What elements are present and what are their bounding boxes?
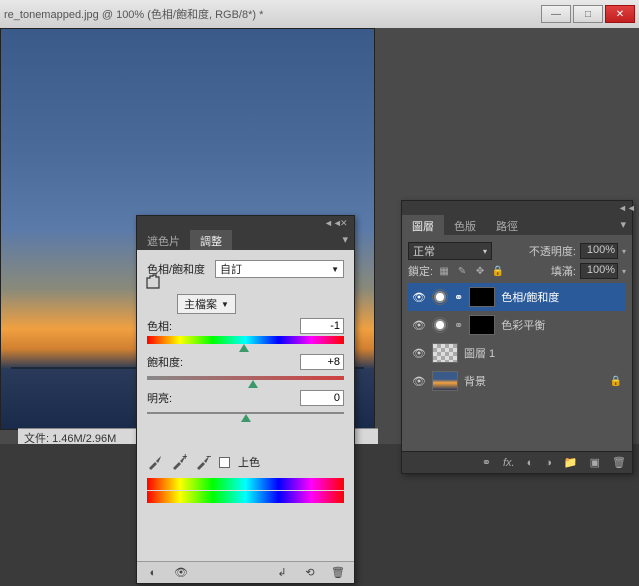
- view-previous-icon[interactable]: ◐: [145, 565, 161, 581]
- mask-icon[interactable]: ◐: [527, 457, 534, 469]
- adjustment-thumb: [432, 317, 448, 333]
- hue-thumb[interactable]: [239, 344, 249, 352]
- adjustment-icon[interactable]: ◑: [545, 457, 552, 469]
- blend-mode-dropdown[interactable]: 正常 ▾: [408, 242, 492, 260]
- chevron-down-icon[interactable]: ▾: [622, 247, 626, 256]
- new-layer-icon[interactable]: ▣: [590, 456, 600, 469]
- hue-label: 色相:: [147, 318, 172, 334]
- eye-icon[interactable]: 👁: [412, 374, 426, 388]
- eyedropper-icon[interactable]: [147, 454, 163, 470]
- clip-icon[interactable]: ↲: [274, 565, 290, 581]
- mask-thumb[interactable]: [469, 315, 495, 335]
- chevron-down-icon[interactable]: ▾: [622, 267, 626, 276]
- lock-icon: 🔒: [610, 376, 622, 387]
- layer-name: 色相/飽和度: [501, 289, 559, 305]
- saturation-label: 飽和度:: [147, 354, 183, 370]
- hue-input[interactable]: [300, 318, 344, 334]
- adjust-footer: ◐ 👁 ↲ ⟲ 🗑: [137, 561, 354, 583]
- layers-tabs: 圖層 色版 路徑 ▾: [402, 215, 632, 235]
- lock-all-icon[interactable]: 🔒: [491, 264, 505, 278]
- close-button[interactable]: ✕: [605, 5, 635, 23]
- lightness-input[interactable]: [300, 390, 344, 406]
- mask-thumb[interactable]: [469, 287, 495, 307]
- eyedropper-plus-icon[interactable]: +: [171, 454, 187, 470]
- targeted-adjust-icon[interactable]: [143, 272, 167, 292]
- eye-icon[interactable]: 👁: [412, 290, 426, 304]
- layer-list: 👁 ⚭ 色相/飽和度 👁 ⚭ 色彩平衡 👁 圖層 1 👁: [408, 283, 626, 395]
- link-layers-icon[interactable]: ⚭: [482, 456, 491, 469]
- saturation-thumb[interactable]: [248, 380, 258, 388]
- trash-icon[interactable]: 🗑: [330, 565, 346, 581]
- layer-name: 背景: [464, 373, 486, 389]
- fill-label: 填滿:: [551, 263, 576, 279]
- lock-position-icon[interactable]: ✥: [473, 264, 487, 278]
- adjustments-panel: ◄◄ ✕ 遮色片 調整 ▾ 色相/飽和度 自訂 ▼ 主檔案 ▼ 色相:: [136, 215, 355, 584]
- layer-item[interactable]: 👁 ⚭ 色相/飽和度: [408, 283, 626, 311]
- chevron-down-icon: ▼: [331, 265, 339, 274]
- tab-channels[interactable]: 色版: [444, 215, 486, 235]
- saturation-slider[interactable]: [147, 376, 344, 380]
- opacity-label: 不透明度:: [529, 243, 576, 259]
- minimize-button[interactable]: —: [541, 5, 571, 23]
- panel-titlebar[interactable]: ◄◄ ✕: [137, 216, 354, 230]
- layers-panel: ◄◄ 圖層 色版 路徑 ▾ 正常 ▾ 不透明度: 100% ▾ 鎖定: ▦ ✎ …: [401, 200, 633, 474]
- eye-icon[interactable]: 👁: [173, 565, 189, 581]
- lightness-slider[interactable]: [147, 412, 344, 414]
- color-range-bars[interactable]: [147, 478, 344, 503]
- panel-menu-icon[interactable]: ▾: [336, 230, 354, 250]
- layer-item[interactable]: 👁 ⚭ 色彩平衡: [408, 311, 626, 339]
- window-titlebar: re_tonemapped.jpg @ 100% (色相/飽和度, RGB/8*…: [0, 0, 639, 28]
- maximize-button[interactable]: □: [573, 5, 603, 23]
- tab-adjustments[interactable]: 調整: [190, 230, 232, 250]
- panel-collapse-icon[interactable]: ◄◄: [618, 203, 628, 213]
- colorize-label: 上色: [238, 454, 260, 470]
- trash-icon[interactable]: 🗑: [612, 456, 626, 469]
- panel-collapse-icon[interactable]: ◄◄: [324, 218, 334, 228]
- channel-value: 主檔案: [184, 296, 217, 312]
- hue-slider[interactable]: [147, 336, 344, 344]
- lock-label: 鎖定:: [408, 263, 433, 279]
- opacity-input[interactable]: 100%: [580, 243, 618, 259]
- layer-thumb[interactable]: [432, 343, 458, 363]
- layers-footer: ⚭ fx. ◐ ◑ 📁 ▣ 🗑: [402, 451, 632, 473]
- link-icon[interactable]: ⚭: [454, 291, 463, 304]
- adjustment-thumb: [432, 289, 448, 305]
- preset-value: 自訂: [220, 261, 242, 277]
- lock-paint-icon[interactable]: ✎: [455, 264, 469, 278]
- link-icon[interactable]: ⚭: [454, 319, 463, 332]
- layer-item[interactable]: 👁 背景 🔒: [408, 367, 626, 395]
- blend-mode-value: 正常: [413, 243, 435, 259]
- reset-icon[interactable]: ⟲: [302, 565, 318, 581]
- lock-transparency-icon[interactable]: ▦: [437, 264, 451, 278]
- tab-swatches[interactable]: 遮色片: [137, 230, 190, 250]
- preset-dropdown[interactable]: 自訂 ▼: [215, 260, 344, 278]
- panel-close-icon[interactable]: ✕: [340, 218, 350, 228]
- fx-icon[interactable]: fx.: [503, 457, 515, 469]
- eye-icon[interactable]: 👁: [412, 318, 426, 332]
- tab-paths[interactable]: 路徑: [486, 215, 528, 235]
- eye-icon[interactable]: 👁: [412, 346, 426, 360]
- svg-text:−: −: [206, 454, 211, 463]
- lightness-thumb[interactable]: [241, 414, 251, 422]
- saturation-input[interactable]: [300, 354, 344, 370]
- layer-thumb[interactable]: [432, 371, 458, 391]
- layers-titlebar[interactable]: ◄◄: [402, 201, 632, 215]
- chevron-down-icon: ▼: [221, 300, 229, 309]
- group-icon[interactable]: 📁: [564, 456, 578, 469]
- panel-menu-icon[interactable]: ▾: [614, 215, 632, 235]
- fill-input[interactable]: 100%: [580, 263, 618, 279]
- layer-name: 圖層 1: [464, 345, 495, 361]
- layer-name: 色彩平衡: [501, 317, 545, 333]
- tab-layers[interactable]: 圖層: [402, 215, 444, 235]
- lightness-label: 明亮:: [147, 390, 172, 406]
- eyedropper-minus-icon[interactable]: −: [195, 454, 211, 470]
- channel-dropdown[interactable]: 主檔案 ▼: [177, 294, 236, 314]
- window-title: re_tonemapped.jpg @ 100% (色相/飽和度, RGB/8*…: [4, 6, 541, 22]
- colorize-checkbox[interactable]: [219, 457, 230, 468]
- adjust-tabs: 遮色片 調整 ▾: [137, 230, 354, 250]
- svg-text:+: +: [182, 454, 187, 463]
- layer-item[interactable]: 👁 圖層 1: [408, 339, 626, 367]
- chevron-down-icon: ▾: [483, 247, 487, 256]
